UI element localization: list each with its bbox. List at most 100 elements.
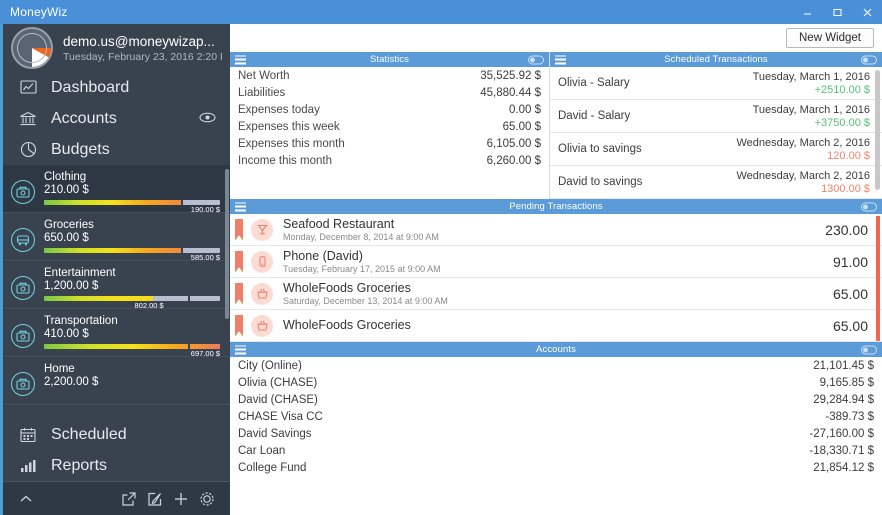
budget-item-clothing[interactable]: Clothing 210.00 $ 190.00 $ (3, 165, 230, 214)
toggle-switch-icon[interactable] (861, 55, 877, 64)
sidebar-item-accounts[interactable]: Accounts (3, 103, 230, 134)
toggle-switch-icon[interactable] (861, 202, 877, 211)
budget-item-home[interactable]: Home 2,200.00 $ (3, 357, 230, 405)
account-name: Olivia (CHASE) (238, 376, 318, 389)
account-name: College Fund (238, 461, 307, 474)
budget-category-icon (11, 180, 35, 204)
budget-item-entertainment[interactable]: Entertainment 1,200.00 $ 802.00 $ (3, 261, 230, 310)
list-item[interactable]: WholeFoods Groceries Saturday, December … (230, 278, 882, 310)
stat-label: Income this month (238, 154, 332, 167)
list-item[interactable]: David to savings Wednesday, March 2, 201… (550, 166, 882, 199)
scheduled-name: David to savings (558, 176, 643, 188)
edit-square-icon[interactable] (142, 486, 168, 512)
hamburger-icon[interactable] (235, 345, 246, 354)
toggle-switch-icon[interactable] (861, 345, 877, 354)
accounts-widget: Accounts City (Online) 21,101.45 $ Olivi… (230, 342, 882, 476)
list-item[interactable]: Phone (David) Tuesday, February 17, 2015… (230, 246, 882, 278)
stat-label: Expenses today (238, 103, 320, 116)
statistics-widget: Statistics Net Worth 35,525.92 $ Liabili… (230, 52, 550, 199)
sidebar-toolbar (3, 481, 230, 515)
hamburger-icon[interactable] (555, 55, 566, 64)
bank-icon (17, 109, 39, 129)
list-item[interactable]: Olivia to savings Wednesday, March 2, 20… (550, 133, 882, 166)
scheduled-widget-header[interactable]: Scheduled Transactions (550, 52, 882, 67)
list-item[interactable]: Seafood Restaurant Monday, December 8, 2… (230, 214, 882, 246)
stat-value: 65.00 $ (502, 120, 541, 133)
stat-label: Expenses this week (238, 120, 340, 133)
scheduled-date: Wednesday, March 2, 2016 (736, 169, 870, 182)
budget-amount: 650.00 $ (44, 232, 89, 244)
sidebar-item-dashboard[interactable]: Dashboard (3, 72, 230, 103)
scheduled-name: Olivia - Salary (558, 77, 630, 89)
accounts-widget-header[interactable]: Accounts (230, 342, 882, 357)
sidebar-item-label: Scheduled (51, 425, 127, 443)
budget-item-groceries[interactable]: Groceries 650.00 $ 585.00 $ (3, 213, 230, 262)
scheduled-amount: 120.00 $ (827, 149, 870, 162)
title-bar: MoneyWiz (0, 0, 882, 24)
table-row[interactable]: David (CHASE) 29,284.94 $ (230, 391, 882, 408)
scheduled-date: Wednesday, March 2, 2016 (736, 136, 870, 149)
scheduled-scrollbar[interactable] (875, 70, 880, 190)
stat-value: 6,260.00 $ (486, 154, 541, 167)
stat-value: 6,105.00 $ (486, 137, 541, 150)
bookmark-ribbon-icon (235, 250, 243, 273)
minimize-button[interactable] (792, 0, 822, 24)
plus-icon[interactable] (168, 486, 194, 512)
sidebar-item-scheduled[interactable]: Scheduled (3, 419, 230, 450)
pending-title: Phone (David) (283, 249, 363, 263)
budget-progress-bar: 585.00 $ (44, 247, 220, 262)
budget-name: Clothing (44, 171, 87, 183)
sidebar: demo.us@moneywizap... Tuesday, February … (0, 24, 230, 515)
dashboard-toolbar: New Widget (230, 24, 882, 52)
gear-icon[interactable] (194, 486, 220, 512)
widget-row-top: Statistics Net Worth 35,525.92 $ Liabili… (230, 52, 882, 199)
table-row[interactable]: Olivia (CHASE) 9,165.85 $ (230, 374, 882, 391)
calendar-icon (17, 425, 39, 445)
hamburger-icon[interactable] (235, 202, 246, 211)
sidebar-item-label: Accounts (51, 109, 117, 127)
toggle-switch-icon[interactable] (528, 55, 544, 64)
budget-category-icon (11, 324, 35, 348)
scheduled-name: Olivia to savings (558, 143, 642, 155)
close-button[interactable] (852, 0, 882, 24)
list-item[interactable]: WholeFoods Groceries 65.00 (230, 310, 882, 342)
maximize-button[interactable] (822, 0, 852, 24)
bookmark-ribbon-icon (235, 218, 243, 241)
eye-icon[interactable] (199, 110, 216, 128)
sidebar-item-reports[interactable]: Reports (3, 450, 230, 481)
budget-amount: 410.00 $ (44, 328, 89, 340)
statistics-widget-header[interactable]: Statistics (230, 52, 549, 67)
table-row[interactable]: Car Loan -18,330.71 $ (230, 442, 882, 459)
pending-date: Saturday, December 13, 2014 at 9:00 AM (283, 296, 448, 306)
pending-scrollbar[interactable] (876, 216, 880, 341)
pending-date: Tuesday, February 17, 2015 at 9:00 AM (283, 264, 441, 274)
pending-widget-header[interactable]: Pending Transactions (230, 199, 882, 214)
list-item[interactable]: Olivia - Salary Tuesday, March 1, 2016 +… (550, 67, 882, 100)
budget-item-transportation[interactable]: Transportation 410.00 $ 697.00 $ (3, 309, 230, 358)
profile-header[interactable]: demo.us@moneywizap... Tuesday, February … (3, 24, 230, 72)
budget-progress-bar: 802.00 $ (44, 295, 220, 310)
profile-date: Tuesday, February 23, 2016 2:20 PM (63, 50, 222, 63)
account-balance: 9,165.85 $ (819, 376, 874, 389)
table-row[interactable]: College Fund 21,854.12 $ (230, 459, 882, 476)
list-item[interactable]: David - Salary Tuesday, March 1, 2016 +3… (550, 100, 882, 133)
chevron-up-icon[interactable] (13, 486, 39, 512)
budget-list[interactable]: Clothing 210.00 $ 190.00 $ Groceries 650… (3, 165, 230, 419)
account-balance: -389.73 $ (825, 410, 874, 423)
pending-title: Seafood Restaurant (283, 217, 395, 231)
hamburger-icon[interactable] (235, 55, 246, 64)
table-row: Income this month 6,260.00 $ (230, 152, 549, 169)
pie-chart-icon (17, 140, 39, 160)
account-name: David (CHASE) (238, 393, 318, 406)
new-widget-button[interactable]: New Widget (786, 28, 874, 48)
external-link-icon[interactable] (116, 486, 142, 512)
pending-date: Monday, December 8, 2014 at 9:00 AM (283, 232, 439, 242)
table-row[interactable]: City (Online) 21,101.45 $ (230, 357, 882, 374)
table-row[interactable]: David Savings -27,160.00 $ (230, 425, 882, 442)
table-row[interactable]: CHASE Visa CC -389.73 $ (230, 408, 882, 425)
scheduled-amount: +2510.00 $ (814, 83, 870, 96)
scheduled-amount: +3750.00 $ (814, 116, 870, 129)
sidebar-item-budgets[interactable]: Budgets (3, 134, 230, 165)
table-row: Expenses this month 6,105.00 $ (230, 135, 549, 152)
budget-list-scrollbar[interactable] (225, 169, 229, 319)
